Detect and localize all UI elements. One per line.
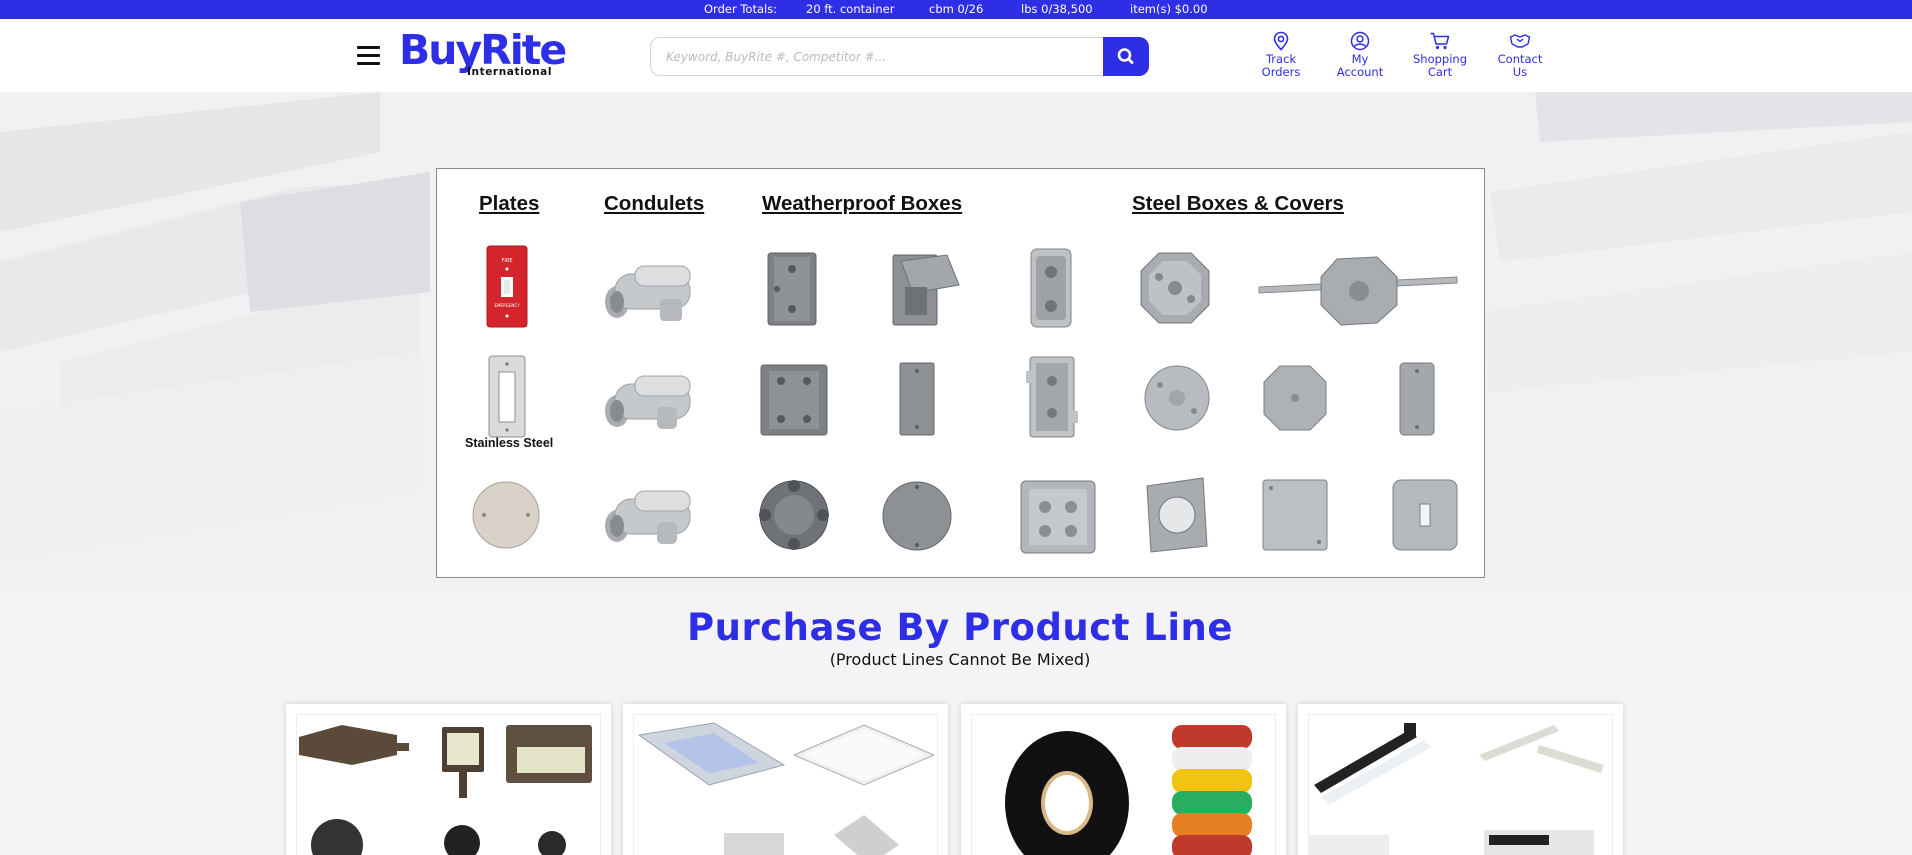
condulet-lb-2[interactable] <box>595 359 705 439</box>
contact-us-line2: Us <box>1512 65 1528 79</box>
square-box-1[interactable] <box>1017 477 1099 557</box>
weatherproof-round-cover[interactable] <box>879 477 955 555</box>
track-orders-line2: Orders <box>1261 65 1301 79</box>
lighting-image <box>296 714 601 855</box>
cart-icon <box>1430 32 1450 50</box>
weatherproof-round-box[interactable] <box>750 474 838 556</box>
catalog-panel: Plates Condulets Weatherproof Boxes Stee… <box>436 168 1485 578</box>
product-line-card-troffers[interactable] <box>623 704 948 855</box>
track-orders-link[interactable]: Track Orders <box>1241 31 1321 79</box>
product-line-card-electrical-tape[interactable] <box>961 704 1286 855</box>
location-pin-icon <box>1273 31 1289 51</box>
red-emergency-switch-plate[interactable]: FIRE EMERGENCY <box>485 244 529 329</box>
lbs-total: lbs 0/38,500 <box>1021 2 1093 16</box>
weatherproof-cover-1[interactable] <box>887 247 963 329</box>
square-mud-ring[interactable] <box>1141 474 1213 556</box>
container-size: 20 ft. container <box>806 2 895 16</box>
weatherproof-blank-cover[interactable] <box>892 359 942 439</box>
site-header: BuyRite International Track Orders My Ac… <box>0 19 1912 92</box>
logo-subtitle: International <box>467 66 553 78</box>
steel-boxes-heading[interactable]: Steel Boxes & Covers <box>1132 192 1344 216</box>
order-totals-label: Order Totals: <box>704 2 778 16</box>
svg-text:FIRE: FIRE <box>502 258 513 264</box>
product-line-card-cable-ties[interactable] <box>1298 704 1623 855</box>
octagon-box-1[interactable] <box>1137 247 1213 329</box>
handshake-icon <box>1509 34 1531 48</box>
svg-text:EMERGENCY: EMERGENCY <box>494 303 520 308</box>
round-cover-2[interactable] <box>1260 361 1330 435</box>
shopping-cart-line2: Cart <box>1427 65 1453 79</box>
condulets-heading[interactable]: Condulets <box>604 192 704 216</box>
octagon-box-with-bar-hanger[interactable] <box>1257 247 1461 332</box>
user-icon <box>1350 31 1370 51</box>
search-icon <box>1117 48 1134 64</box>
electrical-tape-image <box>971 714 1276 855</box>
round-blank-plate[interactable] <box>470 479 542 551</box>
handy-box-blank-cover[interactable] <box>1392 359 1442 439</box>
product-line-title: Purchase By Product Line <box>687 606 1233 649</box>
my-account-line2: Account <box>1336 65 1384 79</box>
buyrite-logo[interactable]: BuyRite International <box>399 26 567 78</box>
search-bar <box>650 37 1149 76</box>
shopping-cart-link[interactable]: Shopping Cart <box>1400 31 1480 79</box>
menu-icon[interactable] <box>357 46 380 65</box>
my-account-link[interactable]: My Account <box>1320 31 1400 79</box>
stainless-steel-caption: Stainless Steel <box>465 436 554 450</box>
plates-heading[interactable]: Plates <box>479 192 539 216</box>
product-line-subtitle: (Product Lines Cannot Be Mixed) <box>829 650 1091 669</box>
order-totals-bar: Order Totals: 20 ft. container cbm 0/26 … <box>0 0 1912 19</box>
cable-ties-image <box>1308 714 1613 855</box>
weatherproof-box-1[interactable] <box>762 247 822 329</box>
square-blank-cover[interactable] <box>1257 474 1333 556</box>
cbm-total: cbm 0/26 <box>929 2 984 16</box>
weatherproof-boxes-heading[interactable]: Weatherproof Boxes <box>762 192 962 216</box>
contact-us-link[interactable]: Contact Us <box>1480 31 1560 79</box>
condulet-lb-3[interactable] <box>595 474 705 554</box>
condulet-lb-1[interactable] <box>595 244 705 329</box>
items-total: item(s) $0.00 <box>1130 2 1208 16</box>
round-cover-1[interactable] <box>1142 361 1212 435</box>
square-switch-cover[interactable] <box>1387 474 1463 556</box>
handy-box-1[interactable] <box>1026 244 1076 332</box>
switch-box-1[interactable] <box>1024 351 1080 443</box>
troffers-image <box>633 714 938 855</box>
stainless-steel-decora-plate[interactable] <box>485 354 529 439</box>
weatherproof-box-2gang[interactable] <box>755 359 833 439</box>
search-input[interactable] <box>652 39 1102 74</box>
product-line-card-lighting[interactable] <box>286 704 611 855</box>
search-button[interactable] <box>1103 37 1149 76</box>
